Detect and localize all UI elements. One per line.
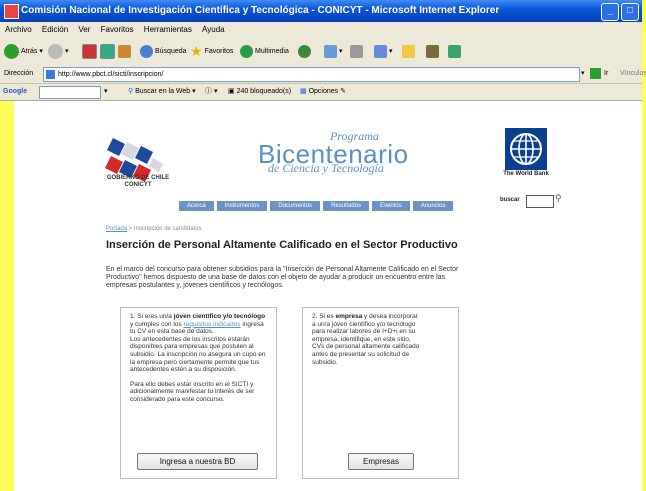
menu-favoritos[interactable]: Favoritos xyxy=(101,25,134,34)
menu-herramientas[interactable]: Herramientas xyxy=(144,25,192,34)
search-go-icon[interactable]: ⚲ xyxy=(555,193,562,204)
nav-documentos[interactable]: Documentos xyxy=(270,201,321,211)
maximize-button[interactable]: □ xyxy=(621,3,639,21)
menu-edicion[interactable]: Edición xyxy=(42,25,68,34)
conicyt-caption: CONICYT xyxy=(124,182,152,188)
breadcrumb: Portada > Inscripción de candidatos xyxy=(106,226,202,232)
forward-button[interactable]: ▾ xyxy=(48,42,69,60)
nav-acerca[interactable]: Acerca xyxy=(179,201,214,211)
yellow-margin xyxy=(0,101,14,491)
intro-text: En el marco del concurso para obtener su… xyxy=(106,266,459,289)
star-icon: ★ xyxy=(190,42,203,59)
page-title: Inserción de Personal Altamente Califica… xyxy=(106,239,458,251)
breadcrumb-home[interactable]: Portada xyxy=(106,226,127,232)
dropdown-arrow-icon[interactable]: ▾ xyxy=(581,65,585,83)
address-input[interactable]: http://www.pbct.cl/sicti/inscripcion/ xyxy=(43,67,580,82)
nav-resultados[interactable]: Resultados xyxy=(323,201,370,211)
history-icon[interactable] xyxy=(298,44,311,58)
company-panel: 2. Si es empresa y desea incorporar a un… xyxy=(302,307,459,479)
menu-ayuda[interactable]: Ayuda xyxy=(202,25,225,34)
go-button[interactable]: Ir xyxy=(604,65,608,83)
candidate-panel: 1. Si eres un/a jóven científico y/o tec… xyxy=(120,307,277,479)
chile-caption: GOBIERNO DE CHILE xyxy=(106,175,170,181)
browser-window: Comisión Nacional de Investigación Cient… xyxy=(0,0,646,491)
requirements-link[interactable]: requisitos indicados xyxy=(183,321,240,328)
mail-icon[interactable] xyxy=(324,44,337,58)
standard-toolbar: Atrás ▾ ▾ Búsqueda ★ Favoritos Multimedia… xyxy=(0,37,642,66)
google-logo[interactable]: Google xyxy=(3,84,27,100)
window-title: Comisión Nacional de Investigación Cient… xyxy=(21,5,500,16)
forward-arrow-icon xyxy=(48,43,63,59)
print-icon[interactable] xyxy=(350,44,363,58)
google-search-input[interactable] xyxy=(39,86,101,99)
home-icon[interactable] xyxy=(118,44,131,58)
stop-icon[interactable] xyxy=(82,43,97,59)
go-arrow-icon[interactable] xyxy=(590,68,601,79)
world-bank-caption: The World Bank xyxy=(503,171,549,177)
search-button[interactable]: Búsqueda xyxy=(140,42,187,60)
candidate-info: Los antecedentes de los inscritos estará… xyxy=(130,335,266,374)
main-nav: Acerca Instrumentos Documentos Resultado… xyxy=(179,201,454,211)
folder-icon[interactable] xyxy=(402,44,415,58)
search-label: buscar xyxy=(500,197,520,203)
links-label[interactable]: Vínculos xyxy=(620,65,646,83)
menu-archivo[interactable]: Archivo xyxy=(5,25,32,34)
title-bar: Comisión Nacional de Investigación Cient… xyxy=(0,0,642,22)
nav-instrumentos[interactable]: Instrumentos xyxy=(216,201,268,211)
google-toolbar: Google ▾ ⚲ Buscar en la Web ▾ ⓘ ▾ ▣ 240 … xyxy=(0,84,642,101)
nav-anuncios[interactable]: Anuncios xyxy=(412,201,454,211)
info-icon[interactable]: ⓘ ▾ xyxy=(205,84,217,100)
program-subtitle: de Ciencia y Tecnología xyxy=(268,161,384,175)
back-button[interactable]: Atrás ▾ xyxy=(4,42,43,60)
edit-icon[interactable] xyxy=(374,44,387,58)
refresh-icon[interactable] xyxy=(100,43,115,59)
menu-ver[interactable]: Ver xyxy=(78,25,90,34)
options-button[interactable]: ▦ Opciones ✎ xyxy=(300,84,346,100)
candidate-requirement: Para ello debes estar inscrito en el SIC… xyxy=(130,380,255,403)
popup-blocker-button[interactable]: ▣ 240 bloqueado(s) xyxy=(228,84,291,100)
multimedia-button[interactable]: Multimedia xyxy=(240,42,289,60)
research-icon[interactable] xyxy=(426,44,439,58)
empresas-button[interactable]: Empresas xyxy=(348,453,414,470)
page-icon xyxy=(46,70,55,79)
nav-eventos[interactable]: Eventos xyxy=(372,201,410,211)
site-search-input[interactable] xyxy=(526,195,554,208)
minimize-button[interactable]: _ xyxy=(601,3,619,21)
ingresa-bd-button[interactable]: Ingresa a nuestra BD xyxy=(137,453,258,470)
ie-icon xyxy=(4,4,19,19)
multimedia-icon xyxy=(240,44,253,58)
back-arrow-icon xyxy=(4,43,19,59)
menu-bar: Archivo Edición Ver Favoritos Herramient… xyxy=(0,22,642,37)
page-content: GOBIERNO DE CHILE CONICYT Programa Bicen… xyxy=(0,101,642,491)
breadcrumb-current: Inscripción de candidatos xyxy=(133,226,202,232)
web-search-button[interactable]: ⚲ Buscar en la Web ▾ xyxy=(128,84,196,100)
world-bank-logo xyxy=(505,128,547,170)
address-bar: Dirección http://www.pbct.cl/sicti/inscr… xyxy=(0,65,646,84)
favorites-button[interactable]: ★ Favoritos xyxy=(190,42,233,60)
search-icon xyxy=(140,44,153,58)
messenger-icon[interactable] xyxy=(448,44,461,58)
